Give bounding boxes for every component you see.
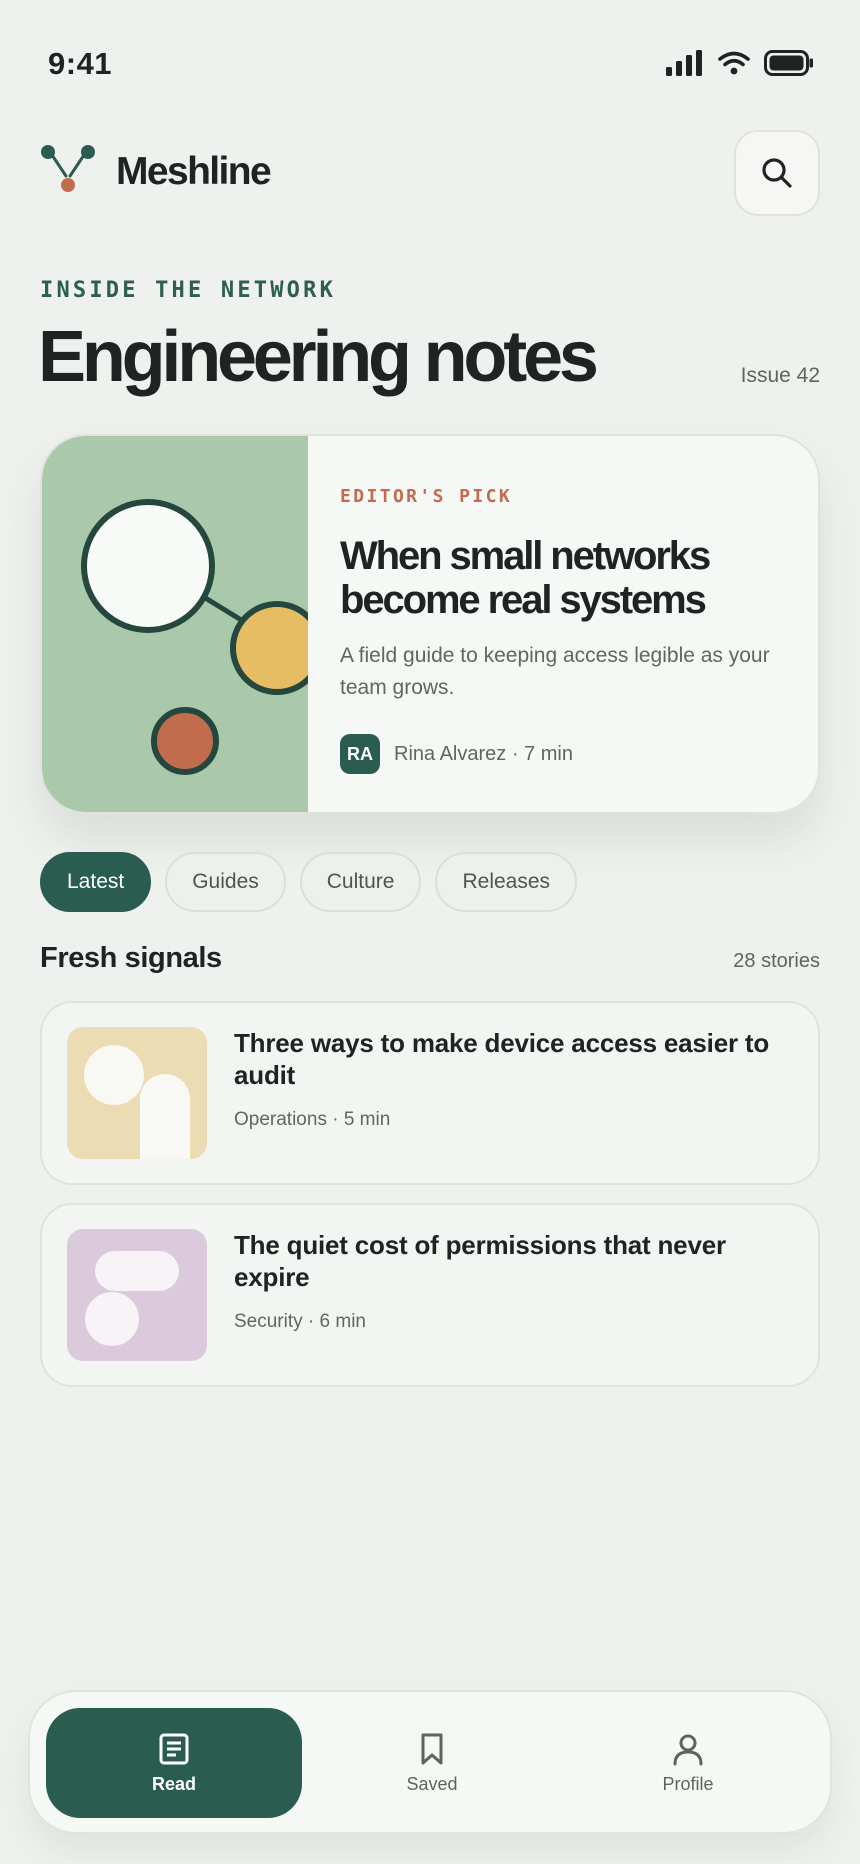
document-icon xyxy=(159,1733,189,1764)
story-count: 28 stories xyxy=(733,950,820,972)
search-button[interactable] xyxy=(734,130,820,216)
editors-pick-label: EDITOR'S PICK xyxy=(340,486,513,507)
battery-icon xyxy=(764,50,813,76)
bottom-navigation: Read Saved Profile xyxy=(28,1690,832,1834)
story-meta: Operations · 5 min xyxy=(234,1109,391,1130)
filter-chip-guides[interactable]: Guides xyxy=(165,852,286,912)
nav-label-profile: Profile xyxy=(662,1773,714,1794)
category-filters: Latest Guides Culture Releases xyxy=(40,852,578,912)
nav-tab-saved[interactable]: Saved xyxy=(304,1708,560,1818)
section-eyebrow: INSIDE THE NETWORK xyxy=(40,278,337,303)
filter-chip-culture[interactable]: Culture xyxy=(299,852,422,912)
page-title: Engineering notes xyxy=(38,317,599,397)
section-title: Fresh signals xyxy=(40,942,222,974)
status-bar: 9:41 xyxy=(0,0,860,130)
nav-tab-read[interactable]: Read xyxy=(46,1708,302,1818)
issue-number: Issue 42 xyxy=(740,364,820,387)
app-header: Meshline xyxy=(40,128,820,218)
author-avatar: RA xyxy=(340,734,380,774)
filter-chip-latest[interactable]: Latest xyxy=(40,852,152,912)
featured-title[interactable]: When small networks become real systems xyxy=(340,534,780,622)
featured-story-card[interactable]: EDITOR'S PICK When small networks become… xyxy=(40,434,820,814)
story-card[interactable]: The quiet cost of permissions that never… xyxy=(40,1203,820,1387)
meshline-logo-icon xyxy=(41,145,95,192)
author-byline: Rina Alvarez · 7 min xyxy=(394,742,573,765)
featured-body: EDITOR'S PICK When small networks become… xyxy=(340,436,800,812)
story-meta: Security · 6 min xyxy=(234,1311,366,1332)
featured-description: A field guide to keeping access legible … xyxy=(340,644,770,699)
nav-label-saved: Saved xyxy=(406,1773,458,1794)
story-title[interactable]: Three ways to make device access easier … xyxy=(234,1027,794,1091)
brand-name: Meshline xyxy=(116,150,272,193)
featured-byline: RA Rina Alvarez · 7 min xyxy=(340,734,573,774)
story-thumbnail xyxy=(67,1229,207,1361)
person-icon xyxy=(673,1734,703,1765)
story-thumbnail xyxy=(67,1027,207,1159)
status-time: 9:41 xyxy=(48,46,113,81)
story-title[interactable]: The quiet cost of permissions that never… xyxy=(234,1229,794,1293)
search-icon xyxy=(762,158,792,188)
filter-chip-releases[interactable]: Releases xyxy=(435,852,578,912)
signal-icon xyxy=(666,50,702,76)
nav-label-read: Read xyxy=(151,1773,196,1794)
status-icons xyxy=(666,50,814,76)
wifi-icon xyxy=(718,51,750,75)
nav-tab-profile[interactable]: Profile xyxy=(560,1708,816,1818)
bookmark-icon xyxy=(421,1733,443,1764)
story-card[interactable]: Three ways to make device access easier … xyxy=(40,1001,820,1185)
featured-illustration xyxy=(42,436,308,812)
